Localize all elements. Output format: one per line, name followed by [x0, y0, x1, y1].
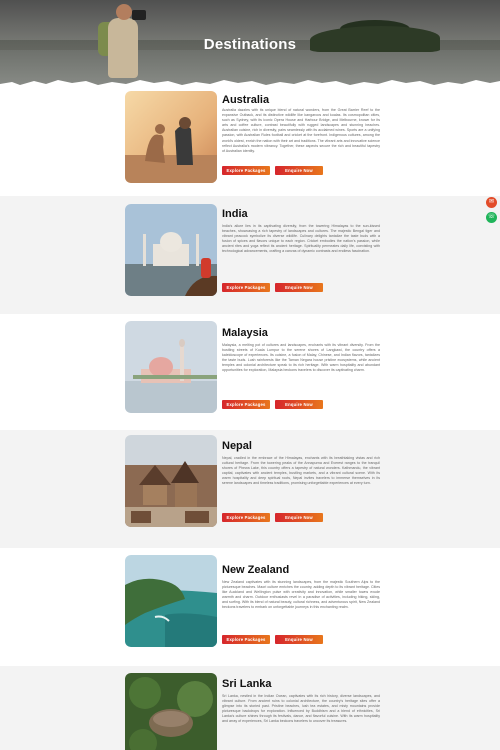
- enquire-now-button[interactable]: Enquire Now: [275, 166, 323, 175]
- destination-title: Nepal: [222, 440, 252, 452]
- malaysia-image[interactable]: [125, 321, 217, 413]
- explore-packages-button[interactable]: Explore Packages: [222, 400, 270, 409]
- explore-packages-button[interactable]: Explore Packages: [222, 283, 270, 292]
- destinations-page: Destinations Australia Australia dazzles…: [0, 0, 500, 750]
- enquire-now-button[interactable]: Enquire Now: [275, 635, 323, 644]
- new-zealand-image[interactable]: [125, 555, 217, 647]
- destination-title: Malaysia: [222, 327, 268, 339]
- destination-description: Malaysia, a melting pot of cultures and …: [222, 343, 380, 373]
- destination-section-malaysia: Malaysia Malaysia, a melting pot of cult…: [0, 314, 500, 430]
- destination-description: Nepal, cradled in the embrace of the Him…: [222, 456, 380, 486]
- destination-description: New Zealand captivates with its stunning…: [222, 580, 380, 610]
- explore-packages-button[interactable]: Explore Packages: [222, 166, 270, 175]
- page-title: Destinations: [203, 36, 297, 53]
- nepal-image[interactable]: [125, 435, 217, 527]
- india-image[interactable]: [125, 204, 217, 296]
- destination-description: Australia dazzles with its unique blend …: [222, 108, 380, 153]
- enquire-now-button[interactable]: Enquire Now: [275, 283, 323, 292]
- enquire-now-button[interactable]: Enquire Now: [275, 513, 323, 522]
- destination-section-sri-lanka: Sri Lanka Sri Lanka, nestled in the Indi…: [0, 666, 500, 750]
- destination-title: Australia: [222, 94, 270, 106]
- destination-description: Sri Lanka, nestled in the Indian Ocean, …: [222, 694, 380, 724]
- destination-title: New Zealand: [222, 564, 290, 576]
- destination-section-new-zealand: New Zealand New Zealand captivates with …: [0, 548, 500, 666]
- hero-banner: Destinations: [0, 0, 500, 86]
- whatsapp-icon[interactable]: ☏: [486, 212, 497, 223]
- destination-title: India: [222, 208, 248, 220]
- destination-title: Sri Lanka: [222, 678, 272, 690]
- explore-packages-button[interactable]: Explore Packages: [222, 635, 270, 644]
- destination-section-india: India India's allure lies in its captiva…: [0, 196, 500, 314]
- mail-icon[interactable]: ✉: [486, 197, 497, 208]
- destination-section-nepal: Nepal Nepal, cradled in the embrace of t…: [0, 430, 500, 548]
- explore-packages-button[interactable]: Explore Packages: [222, 513, 270, 522]
- destination-description: India's allure lies in its captivating d…: [222, 224, 380, 254]
- australia-image[interactable]: [125, 91, 217, 183]
- destination-section-australia: Australia Australia dazzles with its uni…: [0, 91, 500, 196]
- enquire-now-button[interactable]: Enquire Now: [275, 400, 323, 409]
- sri-lanka-image[interactable]: [125, 673, 217, 750]
